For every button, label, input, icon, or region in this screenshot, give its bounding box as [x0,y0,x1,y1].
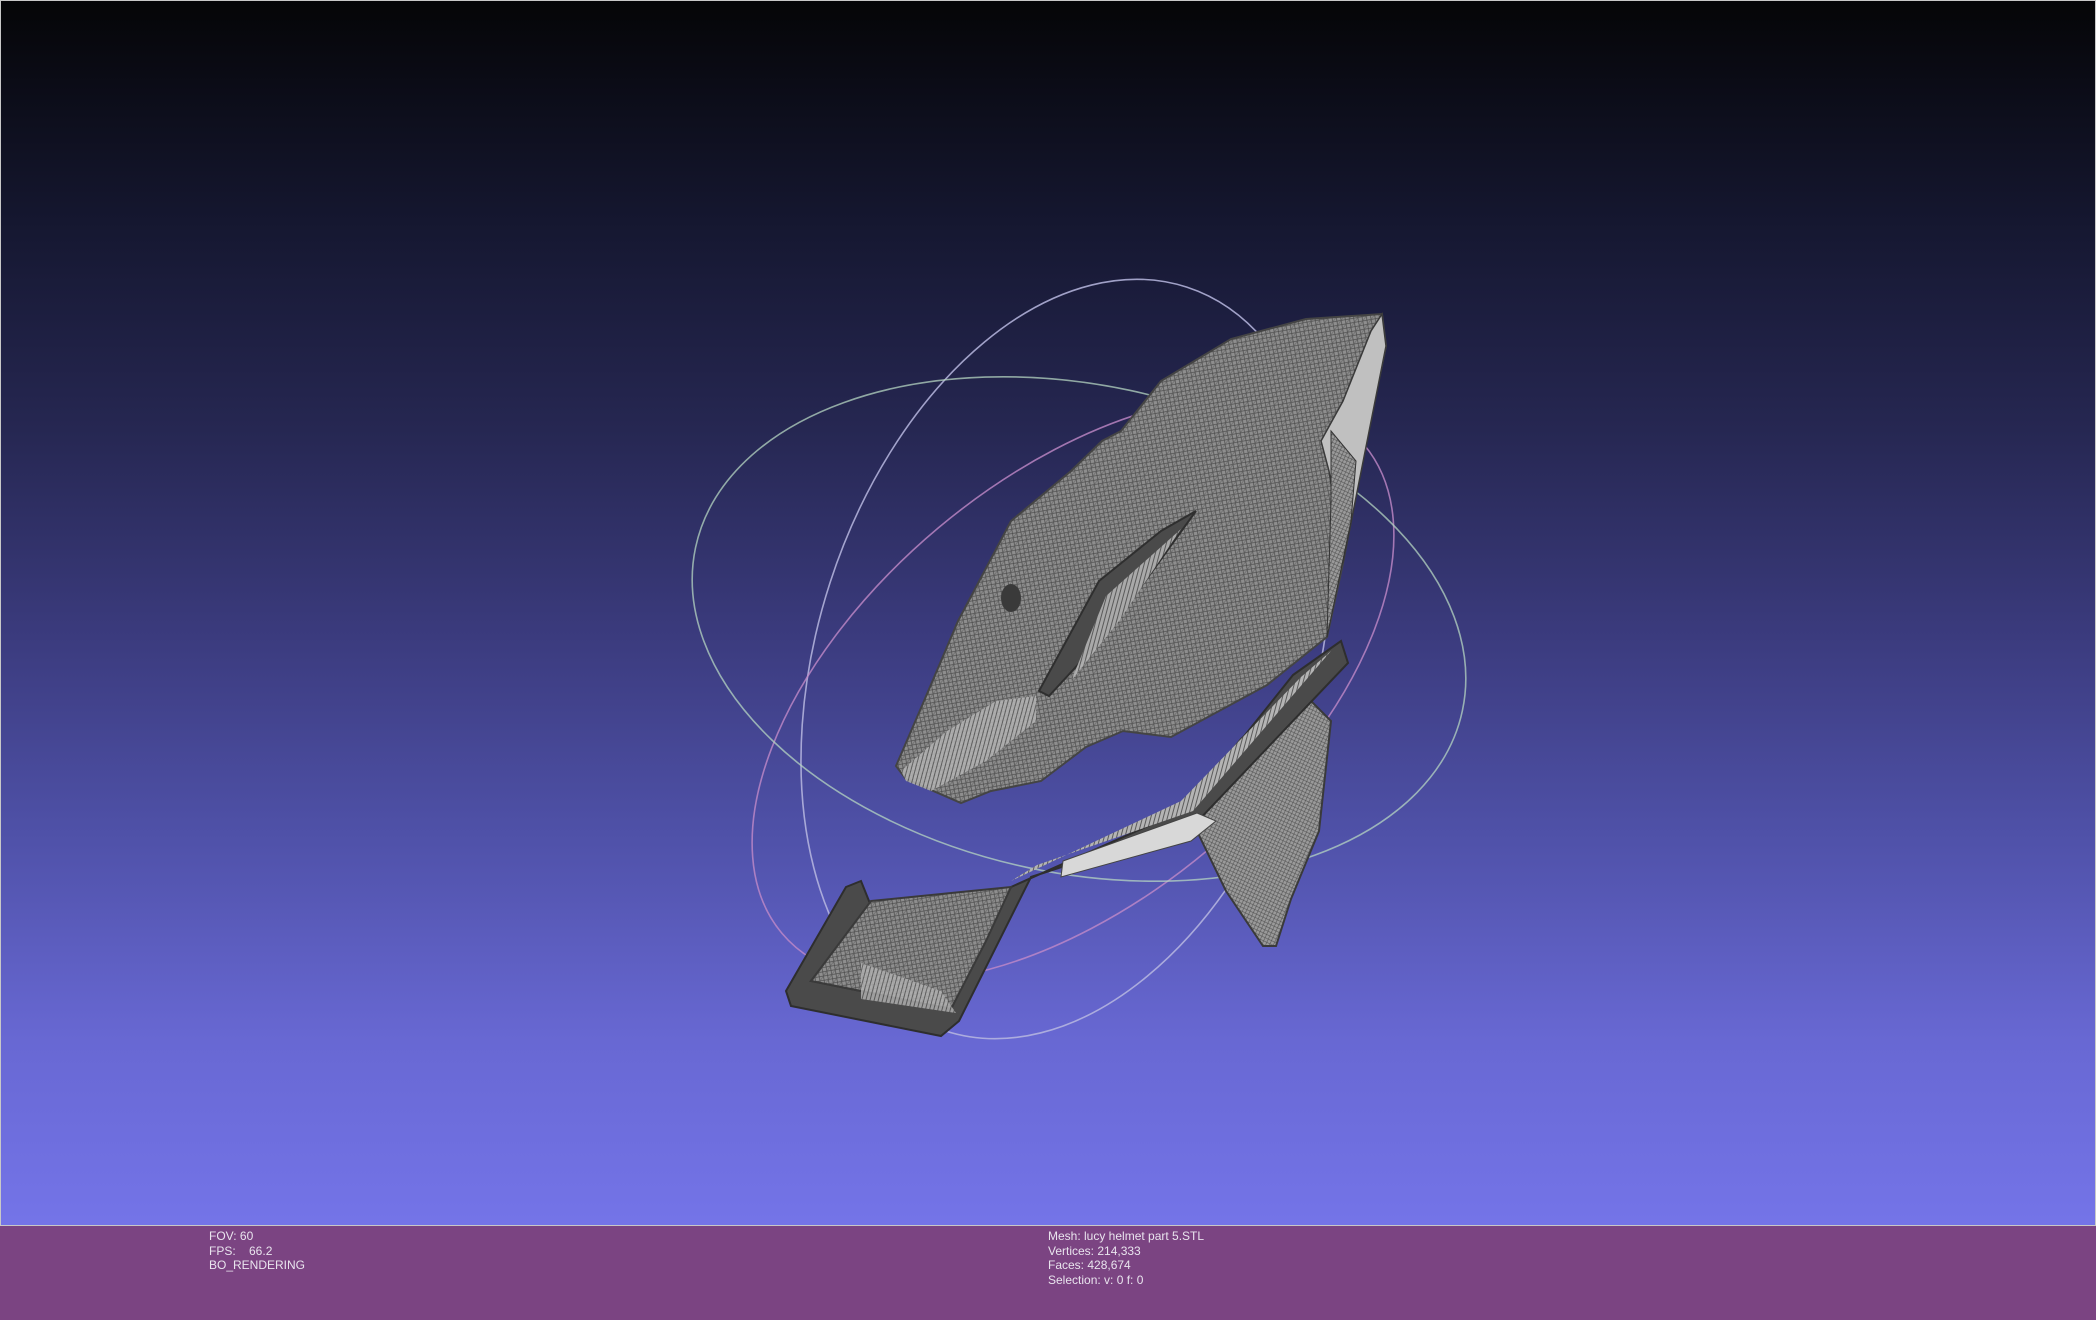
mesh-info-panel: Mesh: lucy helmet part 5.STL Vertices: 2… [1048,1229,1204,1287]
vertices-readout: Vertices: 214,333 [1048,1243,1141,1258]
fps-readout: FPS: 66.2 [209,1243,273,1258]
selection-readout: Selection: v: 0 f: 0 [1048,1272,1144,1287]
mesh-name-readout: Mesh: lucy helmet part 5.STL [1048,1229,1205,1243]
faces-readout: Faces: 428,674 [1048,1258,1131,1273]
mesh-scene[interactable] [1,1,2096,1227]
helmet-mesh [784,311,1388,1038]
fov-readout: FOV: 60 [209,1229,254,1243]
3d-viewport[interactable] [0,0,2096,1226]
render-mode-readout: BO_RENDERING [209,1258,306,1273]
render-info-panel: FOV: 60 FPS: 66.2 BO_RENDERING [209,1229,305,1273]
